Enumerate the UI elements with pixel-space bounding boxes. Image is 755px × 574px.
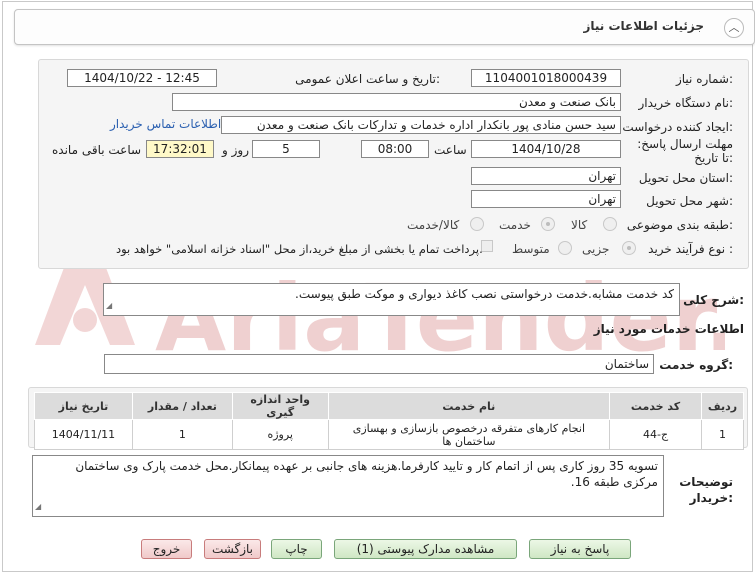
print-button[interactable]: چاپ (271, 539, 322, 559)
title-bar: جزئیات اطلاعات نیاز ︿ (14, 9, 755, 45)
col-code: کد خدمت (609, 392, 702, 420)
cell-name: انجام کارهای متفرقه درخصوص بازسازی و بهس… (327, 419, 611, 450)
announce-field: 1404/10/22 - 12:45 (67, 69, 217, 87)
days-label: روز و (222, 143, 249, 157)
process-option-medium-label: متوسط (512, 242, 550, 256)
service-group-label: گروه خدمت: (659, 358, 733, 372)
buyer-notes-label: توضیحات خریدار: (679, 475, 733, 505)
province-field: تهران (471, 167, 621, 185)
remaining-label: ساعت باقی مانده (52, 143, 142, 157)
creator-label: ایجاد کننده درخواست: (622, 120, 733, 134)
creator-field: سید حسن منادی پور بانکدار اداره خدمات و … (221, 116, 621, 134)
category-option-both-label: کالا/خدمت (407, 218, 460, 232)
buyer-org-field: بانک صنعت و معدن (172, 93, 621, 111)
treasury-checkbox[interactable] (481, 240, 493, 252)
col-name: نام خدمت (327, 392, 611, 420)
col-row: ردیف (700, 392, 745, 420)
table-row: 1404/11/11 1 پروژه انجام کارهای متفرقه د… (34, 419, 745, 450)
days-field: 5 (252, 140, 320, 158)
page-title: جزئیات اطلاعات نیاز (583, 19, 704, 33)
announce-label: تاریخ و ساعت اعلان عمومی: (295, 72, 440, 86)
need-number-field: 1104001018000439 (471, 69, 621, 87)
service-group-field: ساختمان (104, 354, 654, 374)
cell-unit: پروژه (231, 419, 329, 450)
table-header-row: تاریخ نیاز تعداد / مقدار واحد اندازه گیر… (34, 392, 745, 420)
view-documents-button[interactable]: مشاهده مدارک پیوستی (1) (334, 539, 517, 559)
category-option-service-radio[interactable] (541, 217, 555, 231)
deadline-time-label: ساعت (434, 143, 467, 157)
process-label: نوع فرآیند خرید : (648, 242, 733, 256)
buyer-notes-field: تسویه 35 روز کاری پس از اتمام کار و تایی… (32, 455, 664, 517)
category-label: طبقه بندی موضوعی: (626, 218, 733, 232)
reply-button[interactable]: پاسخ به نیاز (529, 539, 631, 559)
cell-code: ج-44 (609, 419, 702, 450)
exit-button[interactable]: خروج (141, 539, 192, 559)
province-label: استان محل تحویل: (638, 171, 733, 185)
description-text: کد خدمت مشابه.خدمت درخواستی نصب کاغذ دیو… (295, 287, 674, 301)
description-field: کد خدمت مشابه.خدمت درخواستی نصب کاغذ دیو… (103, 283, 680, 316)
deadline-label: مهلت ارسال پاسخ: تا تاریخ: (637, 137, 733, 165)
col-date: تاریخ نیاز (34, 392, 133, 420)
services-section-title: اطلاعات خدمات مورد نیاز (593, 322, 744, 336)
city-field: تهران (471, 190, 621, 208)
chevron-up-icon[interactable]: ︿ (724, 18, 744, 38)
contact-buyer-link[interactable]: اطلاعات تماس خریدار (110, 117, 221, 131)
services-table: تاریخ نیاز تعداد / مقدار واحد اندازه گیر… (34, 392, 745, 450)
treasury-note: پرداخت تمام یا بخشی از مبلغ خرید،از محل … (116, 242, 483, 256)
category-option-service-label: خدمت (499, 218, 531, 232)
resize-handle-icon[interactable]: ◢ (35, 499, 41, 515)
cell-date: 1404/11/11 (34, 419, 133, 450)
buyer-notes-text: تسویه 35 روز کاری پس از اتمام کار و تایی… (75, 459, 658, 489)
col-unit: واحد اندازه گیری (231, 392, 329, 420)
remaining-time-field: 17:32:01 (146, 140, 214, 158)
process-option-medium-radio[interactable] (558, 241, 572, 255)
cell-qty: 1 (131, 419, 233, 450)
category-option-both-radio[interactable] (470, 217, 484, 231)
buyer-org-label: نام دستگاه خریدار: (638, 96, 734, 110)
process-option-minor-radio[interactable] (622, 241, 636, 255)
category-option-goods-radio[interactable] (603, 217, 617, 231)
col-qty: تعداد / مقدار (131, 392, 233, 420)
cell-row: 1 (700, 419, 745, 450)
category-option-goods-label: کالا (571, 218, 588, 232)
process-option-minor-label: جزیی (582, 242, 610, 256)
resize-handle-icon[interactable]: ◢ (106, 298, 112, 314)
need-number-label: شماره نیاز: (675, 72, 733, 86)
city-label: شهر محل تحویل: (646, 194, 733, 208)
deadline-date-field: 1404/10/28 (471, 140, 621, 158)
deadline-time-field: 08:00 (361, 140, 429, 158)
back-button[interactable]: بازگشت (204, 539, 261, 559)
